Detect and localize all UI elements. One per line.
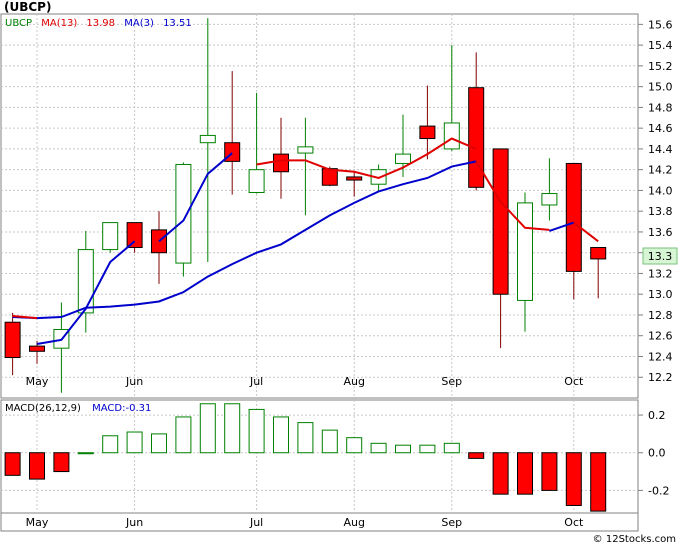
candle-body [419,125,436,140]
candle-body [443,122,460,150]
stock-chart: 12.212.412.612.813.013.213.413.613.814.0… [0,0,678,545]
candle-body [590,247,607,260]
price-tick-label: 12.6 [648,330,673,343]
chart-title: (UBCP) [4,0,51,14]
price-tick-label: 14.8 [648,101,673,114]
macd-bar [77,452,94,455]
macd-tick-label: -0.2 [648,484,669,497]
macd-bar [468,452,485,459]
macd-x-label: Oct [564,516,584,529]
price-legend: UBCP MA(13) 13.98 MA(3) 13.51 [5,18,192,29]
price-tick-label: 13.0 [648,288,673,301]
macd-bar [419,444,436,454]
macd-bar [248,408,265,454]
price-x-label: May [26,375,49,388]
macd-bar [199,403,216,454]
candle-body [4,321,21,359]
price-tick-label: 14.0 [648,184,673,197]
price-tick-label: 15.4 [648,39,673,52]
x-axis-band [0,512,639,532]
candle-body [126,222,143,249]
price-panel-frame [0,13,639,399]
candle-body [395,153,411,164]
price-tick-label: 13.2 [648,267,673,280]
price-tick-label: 13.6 [648,226,673,239]
price-x-label: Oct [564,375,584,388]
macd-bar [517,452,533,495]
candle-body [468,87,485,188]
macd-bar [273,416,289,454]
price-x-label: Jul [249,375,263,388]
price-tick-label: 14.4 [648,143,673,156]
macd-bar [492,452,509,495]
price-tick-label: 15.6 [648,18,673,31]
ma3-value: 13.51 [163,18,192,29]
macd-x-label: Aug [343,516,364,529]
candle-body [492,148,509,295]
candle-body [199,134,216,144]
candle-body [346,176,363,181]
macd-bar [151,433,167,454]
macd-value: MACD:-0.31 [92,403,151,414]
candle-body [297,146,314,154]
macd-bar [346,437,363,454]
macd-bar [443,442,460,454]
macd-bar [321,429,338,454]
macd-bar [4,452,21,476]
macd-x-label: May [26,516,49,529]
watermark: © 12Stocks.com [593,534,676,545]
macd-bar [224,403,241,454]
price-x-label: Aug [343,375,364,388]
candle-body [102,222,119,251]
candle-body [248,169,265,194]
candle-body [541,193,558,206]
macd-y-axis: 0.2 0.0 -0.2 [638,409,669,497]
macd-bar [590,452,607,512]
macd-bar [297,422,314,454]
candle-body [321,168,338,186]
ma3-label: MA(3) [124,18,154,29]
last-price-label: 13.3 [648,250,673,263]
candle-body [565,162,582,272]
macd-tick-label: 0.0 [648,447,666,460]
macd-legend: MACD(26,12,9) MACD:-0.31 [5,403,151,414]
price-tick-label: 14.2 [648,164,673,177]
macd-bar [126,431,143,454]
price-tick-label: 15.0 [648,81,673,94]
ma13-value: 13.98 [86,18,115,29]
price-tick-label: 15.2 [648,60,673,73]
macd-bar [565,452,582,506]
price-tick-label: 14.6 [648,122,673,135]
macd-label: MACD(26,12,9) [5,403,81,414]
candle-body [517,202,533,301]
candle-body [273,153,289,173]
macd-x-label: Jun [125,516,143,529]
macd-bar [175,416,192,454]
ma13-label: MA(13) [41,18,77,29]
candle-body [175,163,192,264]
price-x-label: Sep [441,375,462,388]
macd-bar [29,452,45,480]
symbol-label: UBCP [5,18,32,29]
macd-bar [53,452,70,473]
price-tick-label: 12.2 [648,371,673,384]
price-tick-label: 12.4 [648,350,673,363]
macd-x-label: Jul [249,516,263,529]
macd-tick-label: 0.2 [648,409,666,422]
macd-bar [102,435,119,454]
price-x-label: Jun [125,375,143,388]
candle-body [77,249,94,314]
price-y-axis: 12.212.412.612.813.013.213.413.613.814.0… [638,18,673,384]
macd-bar [370,442,387,454]
candle-body [29,345,45,352]
price-tick-label: 13.8 [648,205,673,218]
price-tick-label: 12.8 [648,309,673,322]
macd-bar [541,452,558,491]
macd-bar [395,444,411,454]
macd-x-label: Sep [441,516,462,529]
